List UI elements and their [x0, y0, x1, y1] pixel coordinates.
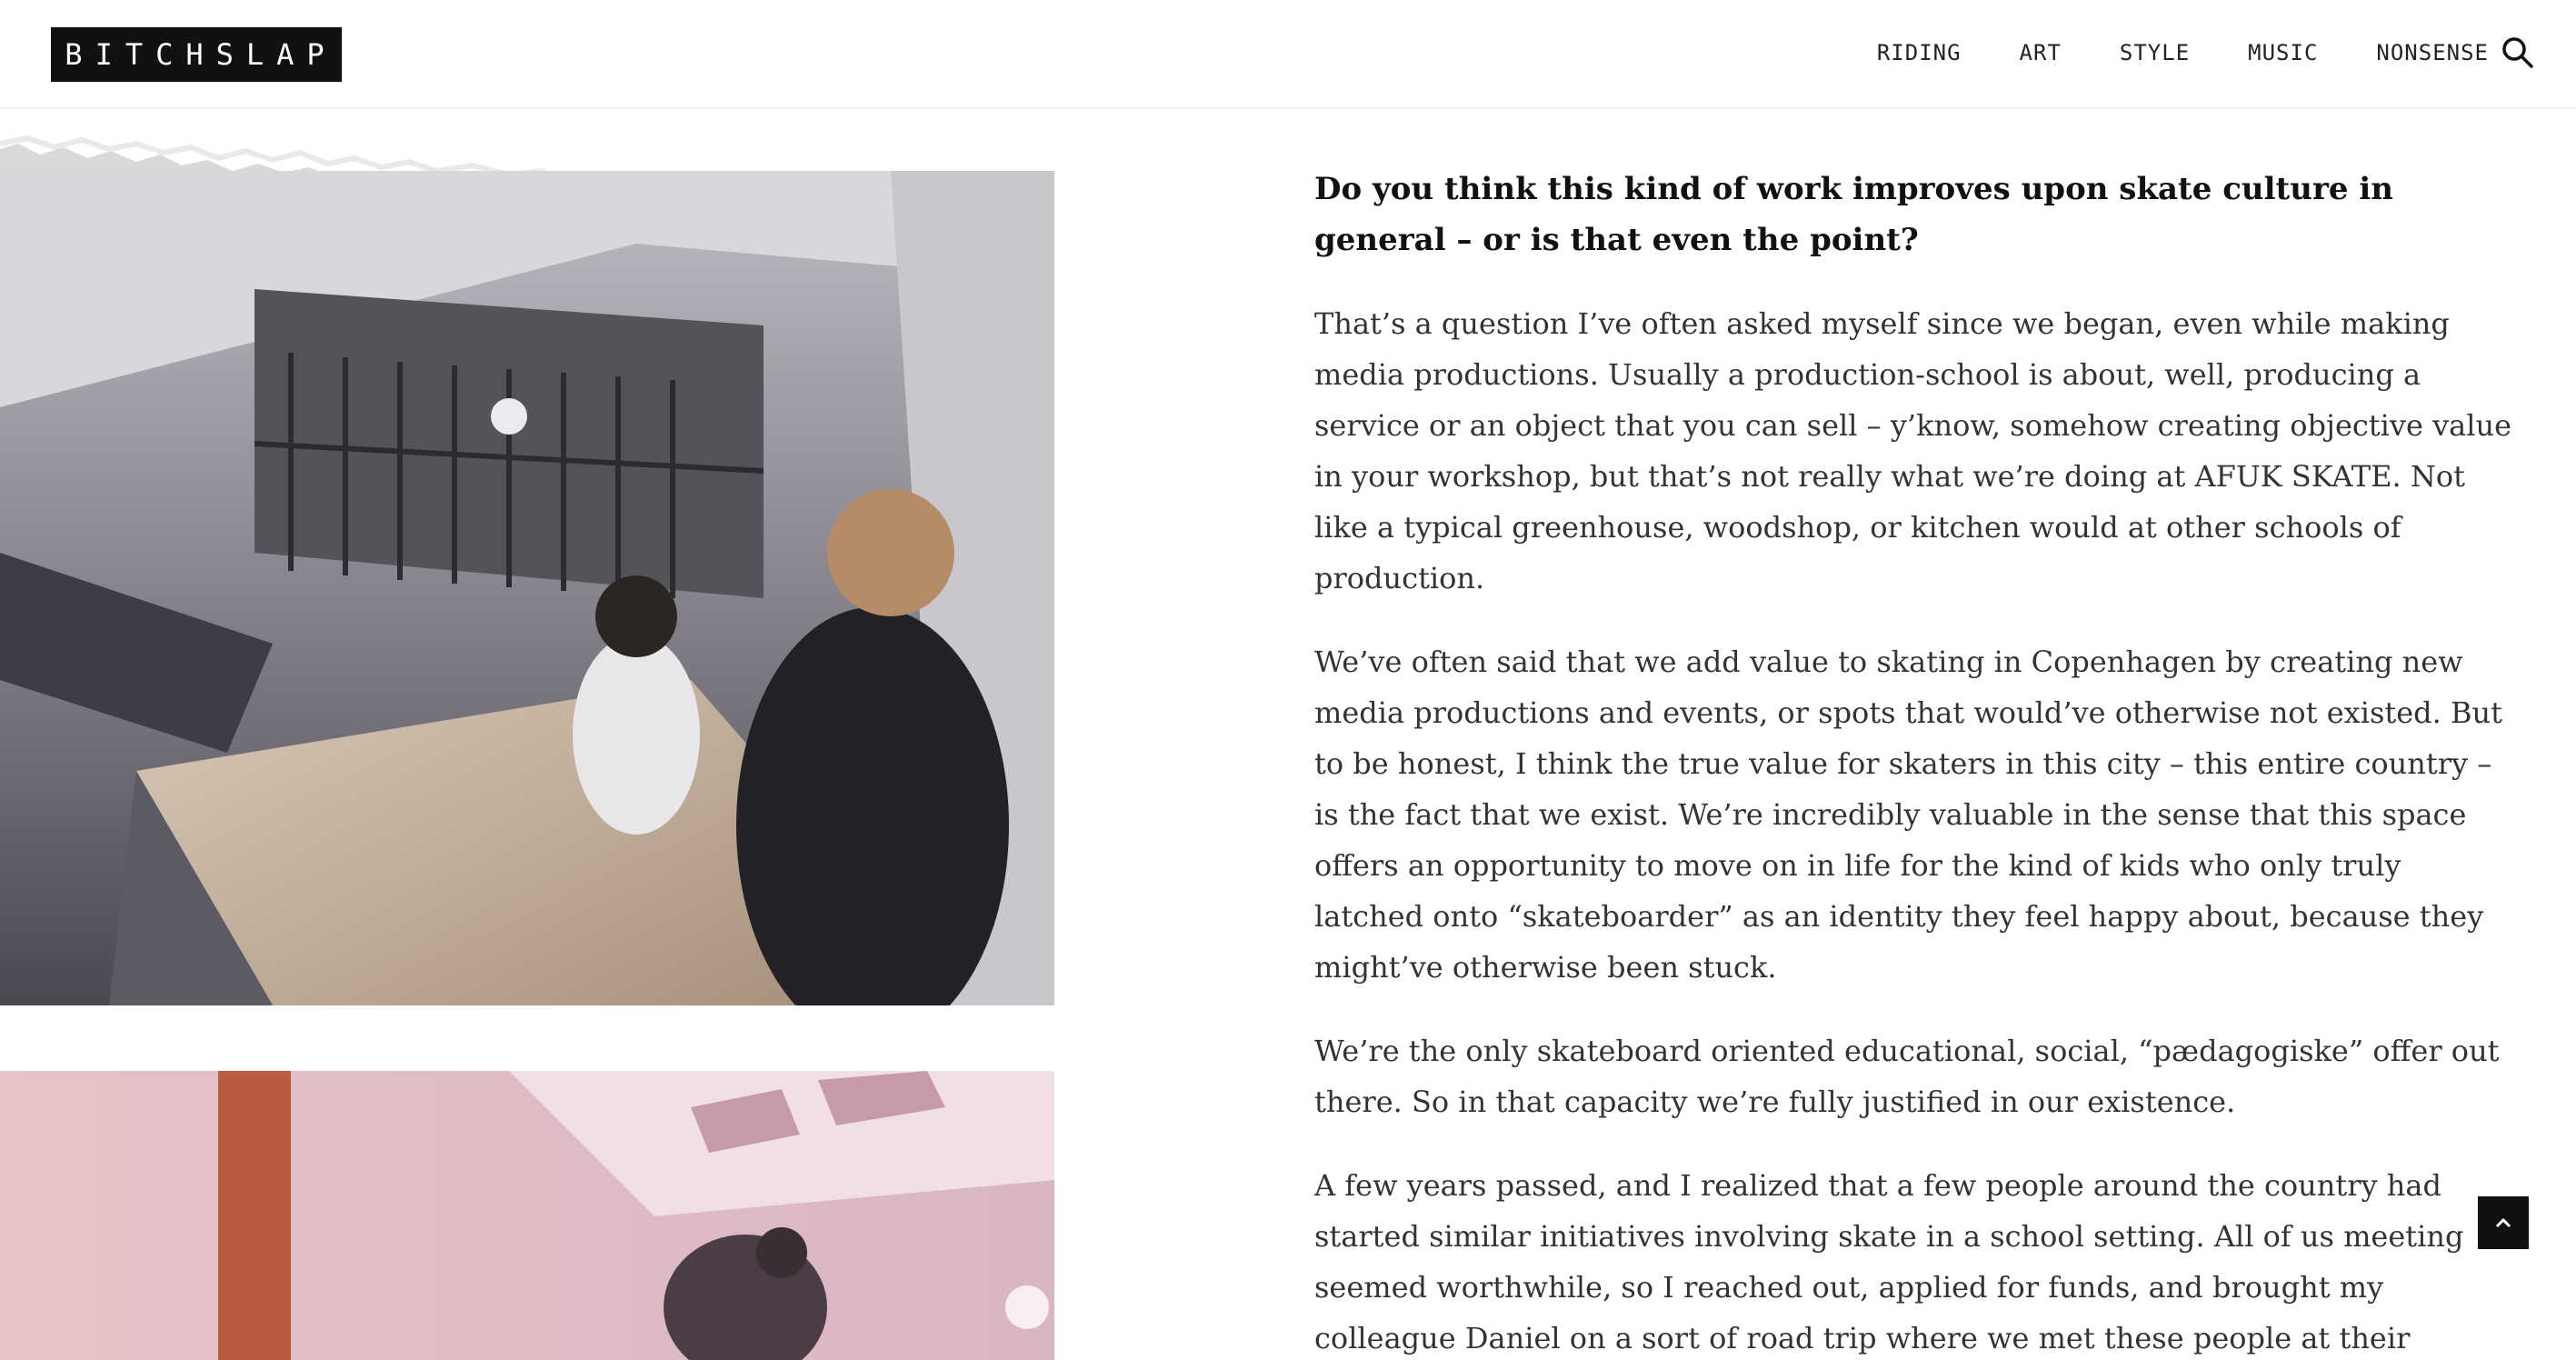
- site-logo[interactable]: BITCHSLAP: [51, 27, 342, 82]
- answer-paragraph: A few years passed, and I realized that …: [1314, 1168, 2464, 1355]
- nav-item-music[interactable]: MUSIC: [2248, 40, 2318, 65]
- torn-paper-edge: [0, 135, 545, 180]
- nav-item-style[interactable]: STYLE: [2120, 40, 2190, 65]
- nav-item-art[interactable]: ART: [2020, 40, 2062, 65]
- answer-paragraph: We’re the only skateboard oriented educa…: [1314, 1034, 2500, 1119]
- nav-item-riding[interactable]: RIDING: [1877, 40, 1962, 65]
- workshop-photo-2: [0, 1071, 1054, 1360]
- workshop-photo: [0, 171, 1054, 1005]
- search-button[interactable]: [2500, 35, 2536, 71]
- back-to-top-button[interactable]: [2478, 1196, 2529, 1249]
- main-nav: RIDING ART STYLE MUSIC NONSENSE: [1819, 0, 2489, 105]
- search-icon: [2502, 37, 2533, 68]
- answer-paragraph: That’s a question I’ve often asked mysel…: [1314, 306, 2512, 595]
- chevron-up-icon: [2495, 1217, 2511, 1228]
- answer-paragraph: We’ve often said that we add value to sk…: [1314, 645, 2502, 985]
- site-header: BITCHSLAP RIDING ART STYLE MUSIC NONSENS…: [0, 0, 2576, 109]
- article-body: Do you think this kind of work improves …: [1314, 164, 2514, 1360]
- interview-question: Do you think this kind of work improves …: [1314, 171, 2393, 258]
- nav-item-nonsense[interactable]: NONSENSE: [2376, 40, 2489, 65]
